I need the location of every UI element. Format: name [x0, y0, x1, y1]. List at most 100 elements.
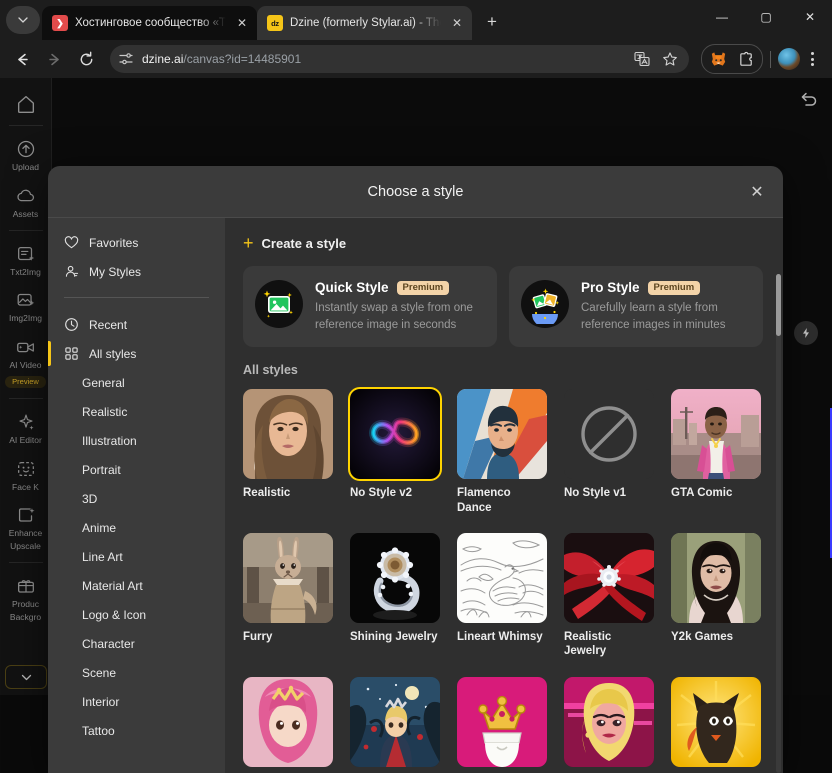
browser-tab-1[interactable]: ❯ Хостинговое сообщество «Tim ✕: [42, 6, 257, 40]
style-card-realistic-jewelry[interactable]: Realistic Jewelry: [564, 533, 654, 659]
quick-style-card[interactable]: Quick Style Premium Instantly swap a sty…: [243, 266, 497, 347]
avatar[interactable]: [778, 48, 800, 70]
sidebar-item-img2img[interactable]: Img2Img: [0, 282, 52, 329]
modal-header: Choose a style ✕: [48, 166, 783, 218]
metamask-fox-icon[interactable]: [705, 46, 731, 72]
minimize-button[interactable]: —: [700, 0, 744, 34]
style-card-lineart-whimsy[interactable]: Lineart Whimsy: [457, 533, 547, 659]
sidebar-label: Face K: [0, 483, 52, 493]
nav-item-scene[interactable]: Scene: [48, 658, 225, 687]
nav-label: Character: [82, 637, 135, 651]
nav-item-material-art[interactable]: Material Art: [48, 571, 225, 600]
nav-item-general[interactable]: General: [48, 368, 225, 397]
style-card-flamenco-dance[interactable]: Flamenco Dance: [457, 389, 547, 515]
sidebar-divider: [9, 230, 43, 231]
address-bar[interactable]: dzine.ai/canvas?id=14485901: [110, 45, 689, 73]
nav-label: Portrait: [82, 463, 121, 477]
tune-icon[interactable]: [118, 51, 134, 67]
kebab-menu-icon[interactable]: [800, 46, 824, 72]
close-icon[interactable]: ✕: [233, 14, 251, 32]
pro-style-icon: [521, 280, 569, 328]
sidebar-label: Assets: [0, 210, 52, 220]
sidebar-expand-button[interactable]: [5, 665, 47, 689]
quick-style-text: Quick Style Premium Instantly swap a sty…: [315, 280, 483, 333]
nav-item-my-styles[interactable]: My Styles: [48, 257, 225, 286]
modal-body: Favorites My Styles: [48, 218, 783, 773]
reload-button[interactable]: [72, 45, 100, 73]
sidebar-item-home[interactable]: [0, 86, 52, 120]
sidebar-item-ai-video[interactable]: AI Video Preview: [0, 329, 52, 393]
close-window-button[interactable]: ✕: [788, 0, 832, 34]
sidebar-item-face-kit[interactable]: Face K: [0, 451, 52, 498]
style-card-row3-3[interactable]: [457, 677, 547, 767]
create-style-label: Create a style: [262, 236, 347, 251]
nav-item-all-styles[interactable]: All styles: [48, 339, 225, 368]
style-card-row3-4[interactable]: [564, 677, 654, 767]
undo-icon[interactable]: [798, 88, 820, 110]
forward-button[interactable]: [40, 45, 68, 73]
nav-item-interior[interactable]: Interior: [48, 687, 225, 716]
style-card-row3-2[interactable]: [350, 677, 440, 767]
pro-style-card[interactable]: Pro Style Premium Carefully learn a styl…: [509, 266, 763, 347]
browser-tab-2[interactable]: dz Dzine (formerly Stylar.ai) - The N ✕: [257, 6, 472, 40]
sidebar-item-ai-editor[interactable]: AI Editor: [0, 404, 52, 451]
tab-search-button[interactable]: [6, 6, 40, 34]
quick-action-button[interactable]: [794, 321, 818, 345]
style-card-shining-jewelry[interactable]: Shining Jewelry: [350, 533, 440, 659]
style-card-row3-1[interactable]: [243, 677, 333, 767]
style-card-row3-5[interactable]: [671, 677, 761, 767]
back-button[interactable]: [8, 45, 36, 73]
style-card-realistic[interactable]: Realistic: [243, 389, 333, 515]
nav-item-realistic[interactable]: Realistic: [48, 397, 225, 426]
create-style-row[interactable]: + Create a style: [243, 234, 763, 252]
nav-item-tattoo[interactable]: Tattoo: [48, 716, 225, 745]
sidebar-divider: [9, 125, 43, 126]
premium-badge: Premium: [648, 281, 701, 295]
sidebar-label: Upload: [0, 163, 52, 173]
maximize-button[interactable]: ▢: [744, 0, 788, 34]
style-thumbnail: [243, 533, 333, 623]
style-thumbnail: [350, 533, 440, 623]
style-card-no-style-v1[interactable]: No Style v1: [564, 389, 654, 515]
nav-item-portrait[interactable]: Portrait: [48, 455, 225, 484]
close-icon[interactable]: ✕: [448, 14, 466, 32]
new-tab-button[interactable]: +: [478, 8, 506, 36]
style-card-gta-comic[interactable]: GTA Comic: [671, 389, 761, 515]
nav-item-anime[interactable]: Anime: [48, 513, 225, 542]
window-controls: — ▢ ✕: [700, 0, 832, 34]
modal-scrollbar-thumb[interactable]: [776, 274, 781, 336]
video-icon: [15, 336, 37, 358]
card-title: Pro Style: [581, 280, 640, 295]
nav-item-recent[interactable]: Recent: [48, 310, 225, 339]
translate-icon[interactable]: [629, 46, 655, 72]
star-icon: [662, 51, 678, 67]
modal-scrollbar-track[interactable]: [776, 274, 781, 773]
sidebar-item-upload[interactable]: Upload: [0, 131, 52, 178]
close-icon[interactable]: ✕: [745, 180, 769, 204]
sidebar-item-enhance-upscale[interactable]: Enhance Upscale: [0, 497, 52, 557]
nav-item-character[interactable]: Character: [48, 629, 225, 658]
style-card-furry[interactable]: Furry: [243, 533, 333, 659]
text-to-image-icon: [15, 243, 37, 265]
sidebar-item-product-background[interactable]: Produc Backgro: [0, 568, 52, 628]
nav-item-logo-icon[interactable]: Logo & Icon: [48, 600, 225, 629]
nav-item-favorites[interactable]: Favorites: [48, 228, 225, 257]
bookmark-star-icon[interactable]: [657, 46, 683, 72]
nav-item-line-art[interactable]: Line Art: [48, 542, 225, 571]
style-thumbnail: [457, 389, 547, 479]
extensions-puzzle-icon[interactable]: [733, 46, 759, 72]
style-thumbnail: [457, 677, 547, 767]
sidebar-item-assets[interactable]: Assets: [0, 178, 52, 225]
style-card-no-style-v2[interactable]: No Style v2: [350, 389, 440, 515]
sidebar-item-txt2img[interactable]: Txt2Img: [0, 236, 52, 283]
style-thumbnail: [564, 677, 654, 767]
style-card-y2k-games[interactable]: Y2k Games: [671, 533, 761, 659]
toolbar-divider: [770, 51, 771, 68]
home-icon: [15, 93, 37, 115]
tab-title: Хостинговое сообщество «Tim: [75, 17, 226, 29]
chevron-down-icon: [18, 15, 28, 25]
browser-toolbar: dzine.ai/canvas?id=14485901: [0, 40, 832, 78]
url-text: dzine.ai/canvas?id=14485901: [142, 52, 621, 66]
nav-item-3d[interactable]: 3D: [48, 484, 225, 513]
nav-item-illustration[interactable]: Illustration: [48, 426, 225, 455]
